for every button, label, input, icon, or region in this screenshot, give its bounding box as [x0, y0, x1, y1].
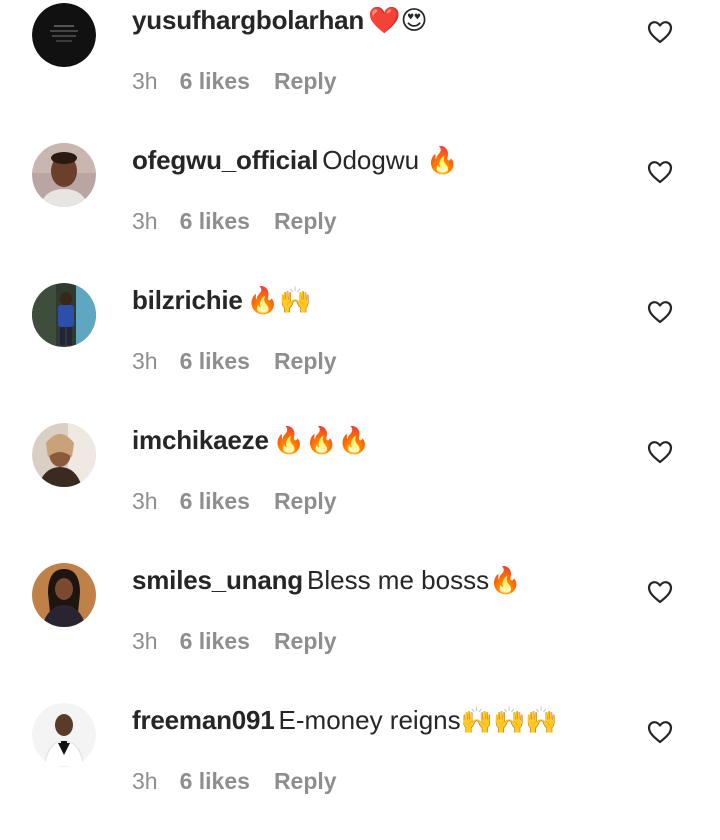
comment-meta: 3h 6 likes Reply	[132, 484, 337, 518]
avatar-image	[32, 283, 96, 347]
comment-time: 3h	[132, 488, 158, 514]
heart-icon[interactable]	[647, 720, 673, 744]
reply-button[interactable]: Reply	[274, 68, 337, 94]
comment-text-line: freeman091 E-money reigns🙌🙌🙌	[132, 702, 558, 738]
heart-icon[interactable]	[647, 580, 673, 604]
avatar[interactable]	[32, 703, 96, 767]
comment-time: 3h	[132, 768, 158, 794]
comment-meta: 3h 6 likes Reply	[132, 764, 337, 798]
avatar-image	[32, 143, 96, 207]
avatar[interactable]	[32, 143, 96, 207]
comment-text-line: ofegwu_official Odogwu 🔥	[132, 142, 459, 178]
comment-likes[interactable]: 6 likes	[180, 208, 250, 234]
comment-time: 3h	[132, 628, 158, 654]
comment-username[interactable]: bilzrichie	[132, 285, 243, 315]
avatar[interactable]	[32, 563, 96, 627]
comment-likes[interactable]: 6 likes	[180, 348, 250, 374]
comment-text-line: bilzrichie 🔥🙌	[132, 282, 311, 318]
comment-item: bilzrichie 🔥🙌 3h 6 likes Reply	[0, 280, 720, 420]
comment-likes[interactable]: 6 likes	[180, 628, 250, 654]
reply-button[interactable]: Reply	[274, 208, 337, 234]
comment-username[interactable]: freeman091	[132, 705, 275, 735]
comment-text: 🔥🔥🔥	[272, 425, 370, 455]
comment-likes[interactable]: 6 likes	[180, 68, 250, 94]
reply-button[interactable]: Reply	[274, 488, 337, 514]
reply-button[interactable]: Reply	[274, 348, 337, 374]
heart-icon[interactable]	[647, 160, 673, 184]
comment-text: 🔥🙌	[246, 285, 312, 315]
avatar[interactable]	[32, 283, 96, 347]
avatar-image	[32, 3, 96, 67]
comment-meta: 3h 6 likes Reply	[132, 204, 337, 238]
comment-item: smiles_unang Bless me bosss🔥 3h 6 likes Rep…	[0, 560, 720, 700]
avatar-image	[32, 563, 96, 627]
comment-text: E-money reigns🙌🙌🙌	[278, 705, 558, 735]
avatar[interactable]	[32, 423, 96, 487]
avatar-image	[32, 703, 96, 767]
comment-username[interactable]: imchikaeze	[132, 425, 269, 455]
avatar-image	[32, 423, 96, 487]
comment-username[interactable]: smiles_unang	[132, 565, 303, 595]
comment-item: imchikaeze 🔥🔥🔥 3h 6 likes Reply	[0, 420, 720, 560]
comment-item: freeman091 E-money reigns🙌🙌🙌 3h 6 likes Rep…	[0, 700, 720, 840]
comment-item: yusufhargbolarhan ❤️😍 3h 6 likes Reply	[0, 0, 720, 140]
comment-text: Bless me bosss🔥	[307, 565, 522, 595]
comment-text: Odogwu 🔥	[322, 145, 459, 175]
avatar[interactable]	[32, 3, 96, 67]
comment-username[interactable]: ofegwu_official	[132, 145, 318, 175]
comment-meta: 3h 6 likes Reply	[132, 624, 337, 658]
comment-text-line: smiles_unang Bless me bosss🔥	[132, 562, 521, 598]
reply-button[interactable]: Reply	[274, 628, 337, 654]
heart-icon[interactable]	[647, 300, 673, 324]
comment-item: ofegwu_official Odogwu 🔥 3h 6 likes Reply	[0, 140, 720, 280]
reply-button[interactable]: Reply	[274, 768, 337, 794]
comment-time: 3h	[132, 68, 158, 94]
comment-text-line: imchikaeze 🔥🔥🔥	[132, 422, 370, 458]
comment-time: 3h	[132, 348, 158, 374]
comment-text: ❤️😍	[368, 5, 428, 35]
heart-icon[interactable]	[647, 20, 673, 44]
comment-meta: 3h 6 likes Reply	[132, 344, 337, 378]
comment-likes[interactable]: 6 likes	[180, 488, 250, 514]
comment-likes[interactable]: 6 likes	[180, 768, 250, 794]
comment-time: 3h	[132, 208, 158, 234]
heart-icon[interactable]	[647, 440, 673, 464]
comment-text-line: yusufhargbolarhan ❤️😍	[132, 2, 428, 38]
comment-username[interactable]: yusufhargbolarhan	[132, 5, 364, 35]
comment-meta: 3h 6 likes Reply	[132, 64, 337, 98]
